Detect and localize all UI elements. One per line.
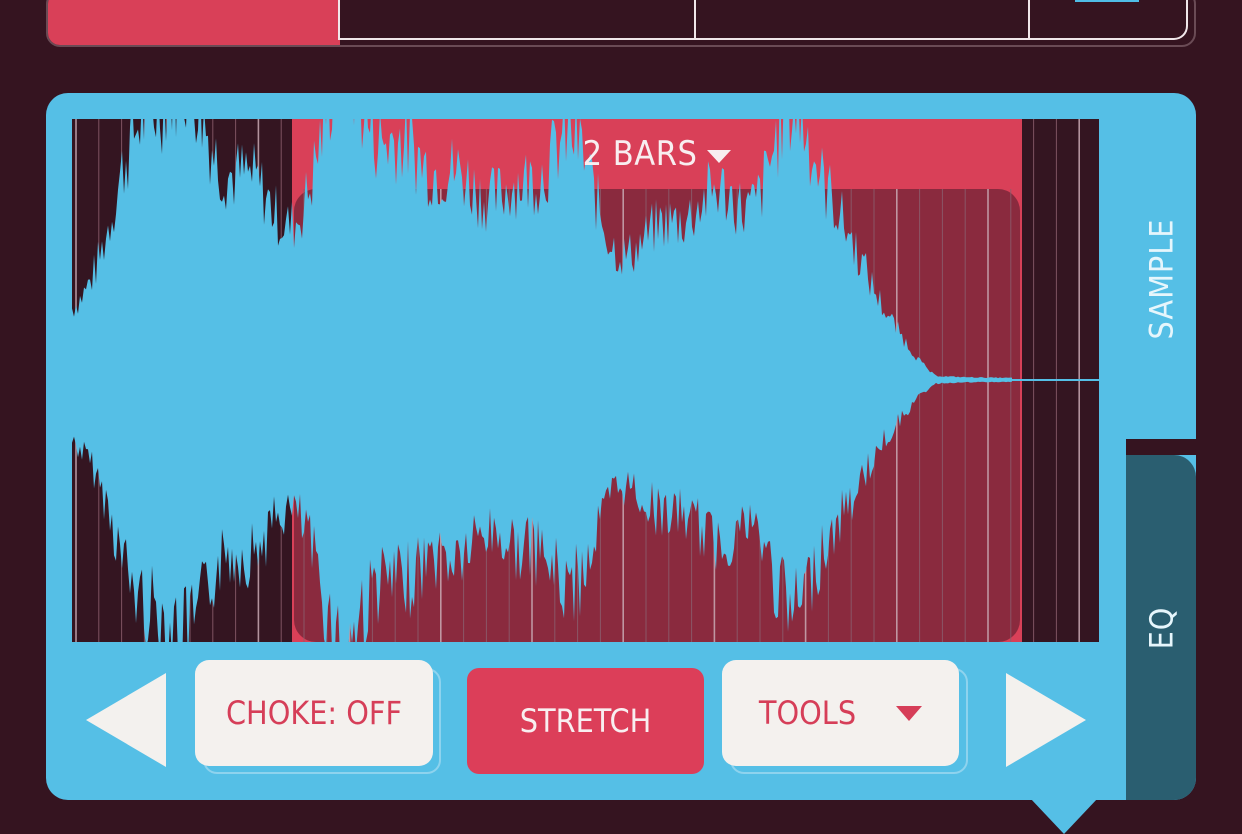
tab-eq-label: EQ bbox=[1142, 606, 1180, 649]
tools-button-label: TOOLS bbox=[758, 694, 857, 732]
stretch-button[interactable]: STRETCH bbox=[467, 668, 704, 774]
top-cell-divider bbox=[1028, 0, 1030, 38]
panel-pointer bbox=[1030, 798, 1098, 834]
bar-length-dropdown[interactable]: 2 BARS bbox=[292, 119, 1022, 189]
triangle-right-icon[interactable] bbox=[1006, 673, 1086, 767]
tab-eq[interactable]: EQ bbox=[1126, 455, 1196, 800]
waveform-canvas[interactable] bbox=[72, 119, 1099, 642]
top-indicator bbox=[1075, 0, 1139, 2]
top-cell-divider bbox=[694, 0, 696, 38]
chevron-down-icon bbox=[707, 149, 732, 163]
top-selected-pad[interactable] bbox=[48, 0, 340, 45]
tab-sample-label: SAMPLE bbox=[1142, 218, 1181, 340]
choke-button-label: CHOKE: OFF bbox=[225, 694, 403, 732]
bar-length-label: 2 BARS bbox=[582, 134, 698, 174]
waveform-view[interactable] bbox=[72, 119, 1099, 642]
top-pad-cells bbox=[338, 0, 1188, 40]
choke-button[interactable]: CHOKE: OFF bbox=[195, 660, 433, 766]
stretch-button-label: STRETCH bbox=[519, 702, 652, 740]
tab-divider bbox=[1126, 439, 1196, 455]
tools-dropdown-button[interactable]: TOOLS bbox=[722, 660, 959, 766]
tab-sample[interactable]: SAMPLE bbox=[1126, 119, 1196, 439]
triangle-left-icon[interactable] bbox=[86, 673, 166, 767]
top-pad-strip bbox=[46, 0, 1196, 47]
chevron-down-icon bbox=[896, 705, 923, 721]
